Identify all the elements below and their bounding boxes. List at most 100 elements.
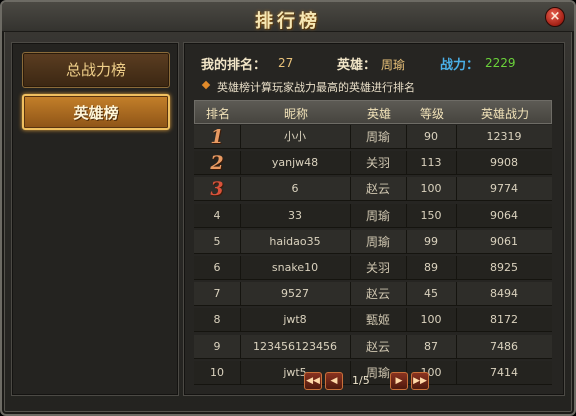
table-row[interactable]: 6 snake10 关羽 89 8925 <box>194 256 552 280</box>
cell-rank: 1 <box>210 126 224 148</box>
cell-level: 99 <box>424 234 438 248</box>
cell-power: 7486 <box>490 339 518 353</box>
table-row[interactable]: 2 yanjw48 关羽 113 9908 <box>194 151 552 176</box>
my-rank-label: 我的排名： <box>201 58 267 73</box>
column-divider <box>456 151 457 176</box>
cell-power: 9061 <box>490 234 518 248</box>
cell-hero: 周瑜 <box>365 130 390 144</box>
column-divider <box>240 177 241 202</box>
column-divider <box>456 334 457 359</box>
cell-name: 6 <box>291 182 299 196</box>
column-divider <box>350 308 351 333</box>
cell-power: 8494 <box>490 287 518 301</box>
cell-rank: 10 <box>210 365 224 379</box>
table-row[interactable]: 3 6 赵云 100 9774 <box>194 177 552 202</box>
table-row[interactable]: 9 123456123456 赵云 87 7486 <box>194 334 552 359</box>
header-rank: 排名 <box>205 107 230 121</box>
cell-power: 12319 <box>486 130 522 143</box>
column-divider <box>350 256 351 280</box>
cell-name: snake10 <box>271 261 319 274</box>
cell-name: 小小 <box>284 130 306 143</box>
column-divider <box>406 282 407 307</box>
next-page-button[interactable]: ▶ <box>390 372 408 390</box>
cell-power: 8925 <box>490 261 518 274</box>
cell-name: haidao35 <box>269 234 321 248</box>
column-divider <box>406 125 407 149</box>
column-divider <box>350 282 351 307</box>
cell-hero: 关羽 <box>365 261 390 275</box>
cell-rank: 3 <box>210 178 224 201</box>
column-divider <box>406 334 407 359</box>
cell-level: 45 <box>424 287 438 301</box>
column-divider <box>350 125 351 149</box>
table-row[interactable]: 4 33 周瑜 150 9064 <box>194 203 552 228</box>
cell-rank: 8 <box>213 313 221 327</box>
header-hero: 英雄 <box>366 107 391 121</box>
header-hero-power: 英雄战力 <box>480 107 529 121</box>
cell-hero: 关羽 <box>365 156 390 171</box>
cell-hero: 周瑜 <box>365 234 390 249</box>
cell-level: 150 <box>420 208 442 222</box>
ranking-note: 英雄榜计算玩家战力最高的英雄进行排名 <box>217 81 415 94</box>
column-divider <box>240 151 241 176</box>
column-divider <box>406 203 407 228</box>
column-divider <box>350 360 351 385</box>
power-value: 2229 <box>485 56 516 70</box>
cell-rank: 7 <box>213 287 221 301</box>
table-row[interactable]: 10 jwt5 周瑜 100 7414 <box>194 360 552 385</box>
power-label: 战力： <box>440 58 480 73</box>
cell-name: 33 <box>288 208 302 222</box>
tab-hero-ranking[interactable]: 英雄榜 <box>22 94 170 130</box>
cell-power: 9064 <box>490 208 518 222</box>
column-divider <box>456 229 457 254</box>
first-page-button[interactable]: ◀◀ <box>304 372 322 390</box>
table-row[interactable]: 7 9527 赵云 45 8494 <box>194 282 552 307</box>
column-divider <box>350 177 351 202</box>
page-indicator: 1/5 <box>352 374 370 387</box>
right-arrow-icon: ▶ <box>395 376 403 386</box>
cell-hero: 周瑜 <box>365 208 390 223</box>
column-divider <box>240 203 241 228</box>
cell-rank: 9 <box>213 339 221 353</box>
column-divider <box>240 256 241 280</box>
table-row[interactable]: 1 小小 周瑜 90 12319 <box>194 125 552 149</box>
cell-hero: 赵云 <box>365 182 390 197</box>
column-divider <box>406 256 407 280</box>
cell-hero: 甄姬 <box>365 313 390 328</box>
table-row[interactable]: 8 jwt8 甄姬 100 8172 <box>194 308 552 333</box>
column-divider <box>456 177 457 202</box>
close-button[interactable]: × <box>545 7 565 27</box>
cell-level: 87 <box>424 339 438 353</box>
cell-rank: 4 <box>213 208 221 222</box>
cell-level: 100 <box>420 313 442 327</box>
cell-name: 9527 <box>281 287 309 301</box>
column-divider <box>350 334 351 359</box>
column-divider <box>456 282 457 307</box>
last-page-button[interactable]: ▶▶ <box>411 372 429 390</box>
prev-page-button[interactable]: ◀ <box>325 372 343 390</box>
column-divider <box>240 125 241 149</box>
column-divider <box>456 125 457 149</box>
double-left-arrow-icon: ◀◀ <box>306 376 320 386</box>
tab-total-power[interactable]: 总战力榜 <box>22 52 170 88</box>
column-divider <box>240 229 241 254</box>
header-level: 等级 <box>419 107 444 121</box>
cell-power: 9908 <box>490 156 518 170</box>
column-divider <box>406 177 407 202</box>
column-divider <box>406 151 407 176</box>
column-divider <box>350 203 351 228</box>
header-nickname: 昵称 <box>283 107 308 121</box>
column-divider <box>240 334 241 359</box>
cell-power: 7414 <box>490 365 518 379</box>
column-divider <box>240 308 241 333</box>
cell-level: 113 <box>420 156 442 170</box>
column-divider <box>240 360 241 385</box>
table-header: 排名 昵称 英雄 等级 英雄战力 <box>194 100 552 124</box>
column-divider <box>456 256 457 280</box>
cell-rank: 2 <box>210 152 224 175</box>
column-divider <box>350 151 351 176</box>
cell-name: 123456123456 <box>253 339 337 353</box>
cell-level: 89 <box>424 261 438 274</box>
column-divider <box>456 360 457 385</box>
table-row[interactable]: 5 haidao35 周瑜 99 9061 <box>194 229 552 254</box>
